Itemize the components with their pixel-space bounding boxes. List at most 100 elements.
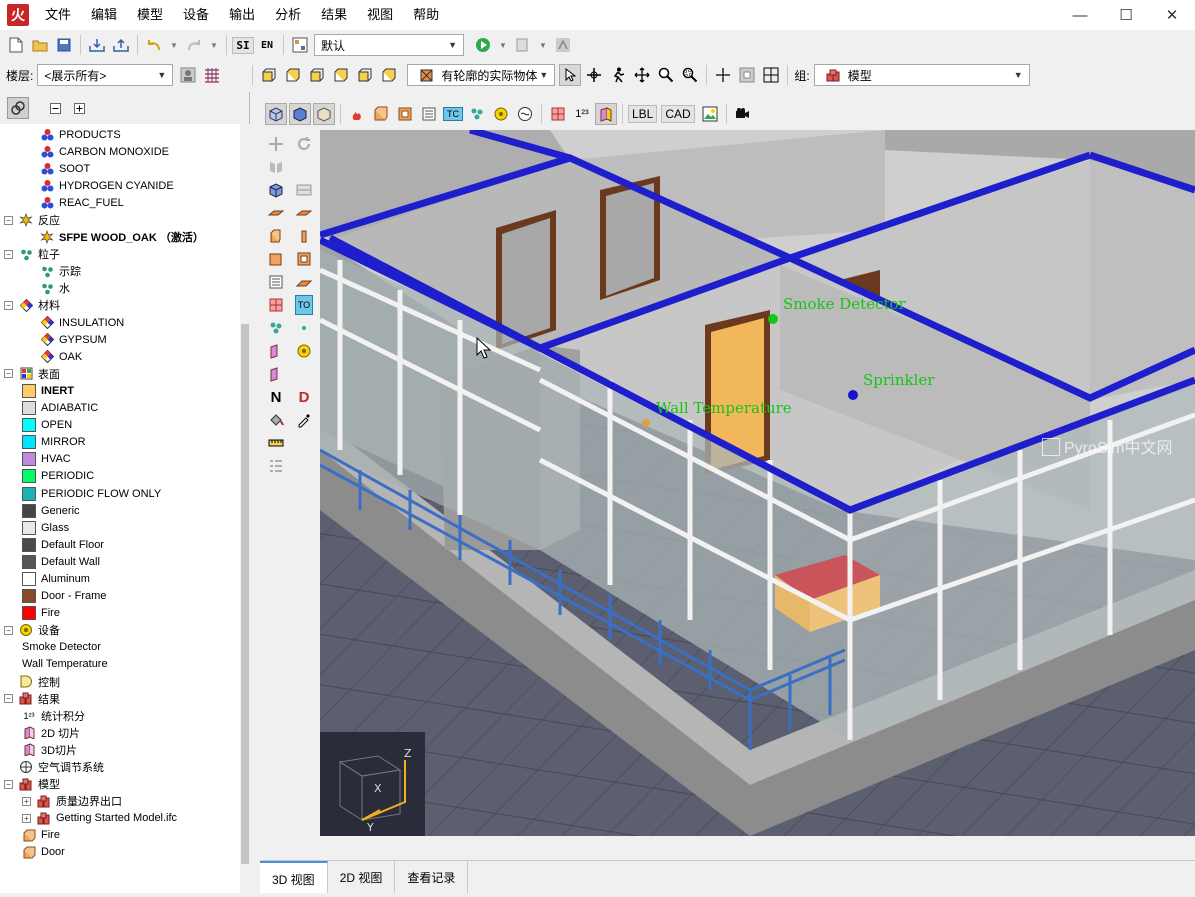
draw-slab-2-icon[interactable] bbox=[290, 203, 318, 223]
tree-node[interactable]: ADIABATIC bbox=[0, 400, 240, 417]
tree-collapse-icon[interactable]: − bbox=[4, 625, 13, 635]
tab-log[interactable]: 查看记录 bbox=[395, 861, 469, 893]
camera-icon[interactable] bbox=[732, 103, 754, 125]
zoom-extents-icon[interactable] bbox=[736, 64, 758, 86]
tree-node[interactable]: Glass bbox=[0, 519, 240, 536]
undo-icon[interactable] bbox=[143, 34, 165, 56]
tree-node[interactable]: Door - Frame bbox=[0, 588, 240, 605]
draw-hole-icon[interactable] bbox=[290, 249, 318, 269]
vent-icon[interactable] bbox=[418, 103, 440, 125]
zoom-icon[interactable] bbox=[655, 64, 677, 86]
zoom-selection-icon[interactable] bbox=[760, 64, 782, 86]
tree-node[interactable]: SOOT bbox=[0, 160, 240, 177]
tree-node[interactable]: + 质量边界出口 bbox=[0, 793, 240, 810]
eyedropper-icon[interactable] bbox=[290, 410, 318, 430]
hole-icon[interactable] bbox=[394, 103, 416, 125]
sprinkler-icon[interactable] bbox=[490, 103, 512, 125]
pan-icon[interactable] bbox=[631, 64, 653, 86]
rotate-tool-icon[interactable] bbox=[290, 134, 318, 154]
view-top-icon[interactable] bbox=[258, 64, 280, 86]
particle-tool-icon[interactable] bbox=[262, 318, 290, 338]
tree-collapse-icon[interactable]: − bbox=[4, 215, 13, 225]
tree-node[interactable]: + Getting Started Model.ifc bbox=[0, 810, 240, 827]
menu-model[interactable]: 模型 bbox=[127, 0, 173, 30]
tab-3d-view[interactable]: 3D 视图 bbox=[260, 861, 328, 893]
tree-collapse-icon[interactable]: − bbox=[4, 369, 13, 379]
tree-node[interactable]: 3D切片 bbox=[0, 741, 240, 758]
close-button[interactable]: ✕ bbox=[1149, 0, 1195, 30]
tree-node[interactable]: MIRROR bbox=[0, 434, 240, 451]
tree-node[interactable]: − 表面 bbox=[0, 365, 240, 382]
tree-expand-icon[interactable]: + bbox=[22, 813, 31, 823]
view-select[interactable]: 默认 ▼ bbox=[314, 34, 464, 56]
stat-output-icon[interactable]: 1²³ bbox=[571, 103, 593, 125]
zoom-box-icon[interactable] bbox=[679, 64, 701, 86]
3d-viewport[interactable]: Smoke Detector Sprinkler Wall Temperatur… bbox=[320, 130, 1195, 836]
thermocouple-icon[interactable]: TC bbox=[442, 103, 464, 125]
move-tool-icon[interactable] bbox=[262, 134, 290, 154]
run-simulation-icon[interactable] bbox=[472, 34, 494, 56]
tree-collapse-icon[interactable]: − bbox=[4, 779, 13, 789]
tree-collapse-icon[interactable]: − bbox=[4, 694, 13, 704]
tree-node[interactable]: PRODUCTS bbox=[0, 126, 240, 143]
sprinkler-label[interactable]: Sprinkler bbox=[863, 371, 935, 389]
reset-view-icon[interactable] bbox=[712, 64, 734, 86]
draw-vent-icon[interactable] bbox=[262, 272, 290, 292]
mesh-solid-icon[interactable] bbox=[289, 102, 311, 125]
menu-devices[interactable]: 设备 bbox=[173, 0, 219, 30]
tree-scrollbar-thumb[interactable] bbox=[241, 324, 249, 864]
export-icon[interactable] bbox=[110, 34, 132, 56]
group-select[interactable]: 模型 ▼ bbox=[813, 64, 1030, 86]
sprinkler-tool-icon[interactable] bbox=[290, 341, 318, 361]
orbit-icon[interactable] bbox=[583, 64, 605, 86]
save-icon[interactable] bbox=[53, 34, 75, 56]
tree-node[interactable]: CARBON MONOXIDE bbox=[0, 143, 240, 160]
tree-expand-icon[interactable]: + bbox=[22, 796, 31, 806]
tree-node[interactable]: INERT bbox=[0, 382, 240, 399]
redo-dropdown-icon[interactable]: ▼ bbox=[207, 34, 221, 56]
maximize-button[interactable]: ☐ bbox=[1103, 0, 1149, 30]
filter-tree-icon[interactable] bbox=[7, 97, 29, 119]
smoke-detector-label[interactable]: Smoke Detector bbox=[783, 295, 907, 313]
new-file-icon[interactable] bbox=[5, 34, 27, 56]
view-front-icon[interactable] bbox=[306, 64, 328, 86]
mesh-split-icon[interactable] bbox=[290, 180, 318, 200]
panel-splitter[interactable] bbox=[250, 92, 260, 860]
minimize-button[interactable]: — bbox=[1057, 0, 1103, 30]
run-dropdown-icon[interactable]: ▼ bbox=[496, 34, 510, 56]
tree-node[interactable]: HYDROGEN CYANIDE bbox=[0, 177, 240, 194]
mirror-tool-icon[interactable] bbox=[262, 157, 290, 177]
tree-node[interactable]: − 反应 bbox=[0, 211, 240, 228]
tree-node[interactable]: INSULATION bbox=[0, 314, 240, 331]
pyrosim-results-icon[interactable] bbox=[552, 34, 574, 56]
ruler-icon[interactable] bbox=[262, 433, 290, 453]
tree-node[interactable]: HVAC bbox=[0, 451, 240, 468]
tree-node[interactable]: 示踪 bbox=[0, 263, 240, 280]
floor-grid-icon[interactable] bbox=[201, 64, 223, 86]
menu-view[interactable]: 视图 bbox=[357, 0, 403, 30]
floor-properties-icon[interactable] bbox=[177, 64, 199, 86]
tree-node[interactable]: OPEN bbox=[0, 417, 240, 434]
tree-node[interactable]: REAC_FUEL bbox=[0, 194, 240, 211]
mesh-outline-icon[interactable] bbox=[313, 102, 335, 125]
tree-node[interactable]: SFPE WOOD_OAK （激活） bbox=[0, 229, 240, 246]
render-mode-select[interactable]: 有轮廓的实际物体 ▼ bbox=[407, 64, 556, 86]
menu-analysis[interactable]: 分析 bbox=[265, 0, 311, 30]
menu-file[interactable]: 文件 bbox=[35, 0, 81, 30]
draw-slab-3-icon[interactable] bbox=[290, 272, 318, 292]
menu-output[interactable]: 输出 bbox=[219, 0, 265, 30]
draw-room-icon[interactable] bbox=[262, 249, 290, 269]
tree-node[interactable]: PERIODIC bbox=[0, 468, 240, 485]
wall-temperature-label[interactable]: Wall Temperature bbox=[656, 399, 792, 417]
list-tool-icon[interactable] bbox=[262, 456, 290, 476]
menu-results[interactable]: 结果 bbox=[311, 0, 357, 30]
tree-node[interactable]: − 设备 bbox=[0, 622, 240, 639]
open-folder-icon[interactable] bbox=[29, 34, 51, 56]
tree-node[interactable]: Generic bbox=[0, 502, 240, 519]
tree-node[interactable]: 2D 切片 bbox=[0, 724, 240, 741]
normal-tool-button[interactable]: N bbox=[262, 387, 290, 407]
draw-slab-icon[interactable] bbox=[262, 203, 290, 223]
tree-node[interactable]: Default Wall bbox=[0, 553, 240, 570]
en-units-button[interactable]: EN bbox=[256, 34, 278, 56]
labels-toggle-button[interactable]: LBL bbox=[628, 103, 658, 125]
